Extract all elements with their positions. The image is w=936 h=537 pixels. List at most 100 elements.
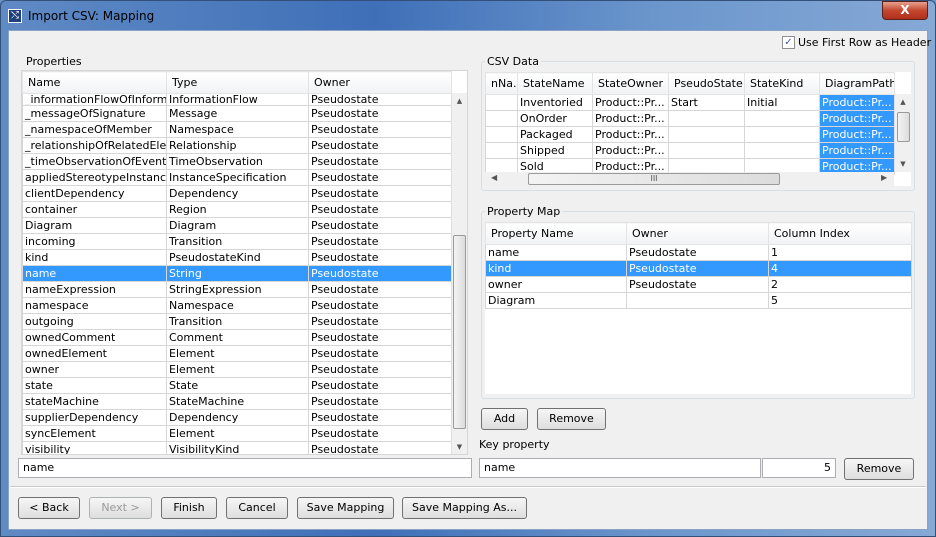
csv-column-header[interactable]: StateName	[517, 72, 593, 95]
mapping-row[interactable]: name Pseudostate 1	[485, 244, 912, 261]
table-cell[interactable]: 5	[768, 292, 912, 309]
table-cell[interactable]: Pseudostate	[308, 153, 452, 170]
properties-table[interactable]: Name Type Owner _informationFlowOfInform…	[21, 70, 468, 455]
table-cell[interactable]	[744, 126, 820, 143]
scroll-thumb[interactable]	[453, 235, 466, 429]
table-cell[interactable]: Namespace	[166, 297, 309, 314]
property-row[interactable]: syncElement Element Pseudostate	[22, 425, 452, 442]
table-cell[interactable]: Pseudostate	[308, 393, 452, 410]
property-row[interactable]: _namespaceOfMember Namespace Pseudostate	[22, 121, 452, 138]
table-cell[interactable]: Product::Pr...	[592, 126, 669, 143]
finish-button[interactable]: Finish	[161, 497, 217, 519]
table-cell[interactable]: nameExpression	[22, 281, 167, 298]
property-map-table[interactable]: Property Name Owner Column Index name Pse…	[485, 222, 912, 394]
scroll-up-icon[interactable]: ▲	[452, 97, 467, 105]
table-cell[interactable]: Product::Pr...	[592, 142, 669, 159]
property-row[interactable]: clientDependency Dependency Pseudostate	[22, 185, 452, 202]
table-cell[interactable]: Pseudostate	[308, 345, 452, 362]
table-cell[interactable]: Pseudostate	[626, 276, 769, 293]
table-cell[interactable]: Start	[668, 94, 745, 111]
key-property-remove-button[interactable]: Remove	[844, 458, 914, 480]
table-cell[interactable]: Product::Pr...	[819, 94, 895, 111]
scroll-down-icon[interactable]: ▼	[452, 443, 467, 451]
table-cell[interactable]: Pseudostate	[308, 217, 452, 234]
property-filter-input[interactable]: name	[18, 458, 472, 478]
property-row[interactable]: namespace Namespace Pseudostate	[22, 297, 452, 314]
property-row[interactable]: name String Pseudostate	[22, 265, 452, 282]
table-cell[interactable]: Pseudostate	[308, 233, 452, 250]
table-cell[interactable]: Element	[166, 361, 309, 378]
mapping-row[interactable]: owner Pseudostate 2	[485, 276, 912, 293]
csv-row[interactable]: Shipped Product::Pr... Product::Pr...	[485, 142, 895, 159]
mapping-row[interactable]: kind Pseudostate 4	[485, 260, 912, 277]
table-cell[interactable]: InstanceSpecification	[166, 169, 309, 186]
column-header-type[interactable]: Type	[166, 71, 309, 94]
close-button[interactable]: X	[882, 1, 928, 20]
csv-column-header[interactable]: StateKind	[744, 72, 820, 95]
property-row[interactable]: outgoing Transition Pseudostate	[22, 313, 452, 330]
table-cell[interactable]: StringExpression	[166, 281, 309, 298]
table-cell[interactable]: Pseudostate	[308, 137, 452, 154]
table-cell[interactable]: Dependency	[166, 409, 309, 426]
table-cell[interactable]: Product::Pr...	[819, 110, 895, 127]
table-cell[interactable]: name	[22, 265, 167, 282]
table-cell[interactable]: String	[166, 265, 309, 282]
table-cell[interactable]: namespace	[22, 297, 167, 314]
table-cell[interactable]: Diagram	[22, 217, 167, 234]
table-cell[interactable]	[744, 110, 820, 127]
scroll-up-icon[interactable]: ▲	[895, 98, 911, 106]
table-cell[interactable]: _timeObservationOfEvent	[22, 153, 167, 170]
table-cell[interactable]: Pseudostate	[308, 297, 452, 314]
property-row[interactable]: _informationFlowOfInform... InformationFl…	[22, 93, 452, 106]
remove-mapping-button[interactable]: Remove	[537, 408, 606, 430]
csv-column-header[interactable]: PseudoState	[668, 72, 745, 95]
table-cell[interactable]: Pseudostate	[308, 313, 452, 330]
table-cell[interactable]: Element	[166, 345, 309, 362]
csv-column-header[interactable]: StateOwner	[592, 72, 669, 95]
table-cell[interactable]: Pseudostate	[308, 185, 452, 202]
table-cell[interactable]: StateMachine	[166, 393, 309, 410]
scroll-down-icon[interactable]: ▼	[895, 160, 911, 168]
table-cell[interactable]: Relationship	[166, 137, 309, 154]
table-cell[interactable]: Pseudostate	[308, 169, 452, 186]
property-row[interactable]: Diagram Diagram Pseudostate	[22, 217, 452, 234]
table-cell[interactable]: Product::Pr...	[819, 126, 895, 143]
add-mapping-button[interactable]: Add	[481, 408, 528, 430]
table-cell[interactable]: name	[485, 244, 627, 261]
table-cell[interactable]: container	[22, 201, 167, 218]
table-cell[interactable]: Pseudostate	[308, 409, 452, 426]
table-cell[interactable]	[626, 292, 769, 309]
table-cell[interactable]: Pseudostate	[308, 249, 452, 266]
table-cell[interactable]	[668, 110, 745, 127]
table-cell[interactable]: syncElement	[22, 425, 167, 442]
table-cell[interactable]: 1	[768, 244, 912, 261]
mapping-row[interactable]: Diagram 5	[485, 292, 912, 309]
table-cell[interactable]: PseudostateKind	[166, 249, 309, 266]
table-cell[interactable]: Pseudostate	[308, 329, 452, 346]
table-cell[interactable]: Pseudostate	[308, 121, 452, 138]
property-row[interactable]: container Region Pseudostate	[22, 201, 452, 218]
table-cell[interactable]: appliedStereotypeInstance	[22, 169, 167, 186]
table-cell[interactable]: Diagram	[166, 217, 309, 234]
table-cell[interactable]: visibility	[22, 441, 167, 454]
table-cell[interactable]: Pseudostate	[626, 260, 769, 277]
property-row[interactable]: owner Element Pseudostate	[22, 361, 452, 378]
table-cell[interactable]	[485, 142, 518, 159]
table-cell[interactable]: Packaged	[517, 126, 593, 143]
table-cell[interactable]: Diagram	[485, 292, 627, 309]
table-cell[interactable]: Pseudostate	[308, 201, 452, 218]
column-header-owner[interactable]: Owner	[626, 222, 769, 245]
table-cell[interactable]: Region	[166, 201, 309, 218]
table-cell[interactable]: Initial	[744, 94, 820, 111]
table-cell[interactable]: State	[166, 377, 309, 394]
table-cell[interactable]: state	[22, 377, 167, 394]
table-cell[interactable]	[668, 126, 745, 143]
scroll-thumb[interactable]: III	[528, 173, 780, 185]
table-cell[interactable]	[485, 94, 518, 111]
table-cell[interactable]: incoming	[22, 233, 167, 250]
table-cell[interactable]: Namespace	[166, 121, 309, 138]
csv-horizontal-scrollbar[interactable]: ◀ III ▶	[485, 172, 894, 186]
csv-row[interactable]: OnOrder Product::Pr... Product::Pr...	[485, 110, 895, 127]
table-cell[interactable]: ownedComment	[22, 329, 167, 346]
table-cell[interactable]: Message	[166, 105, 309, 122]
